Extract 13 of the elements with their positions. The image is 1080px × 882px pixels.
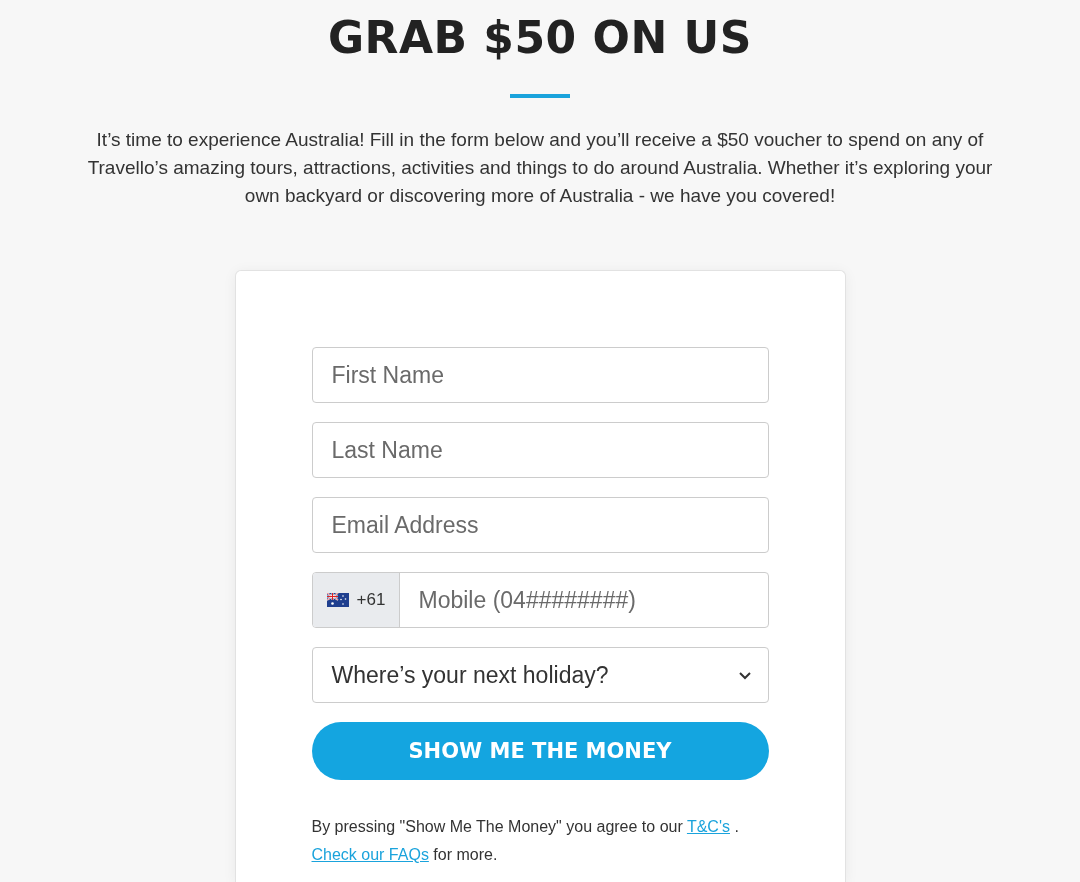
page-heading: GRAB $50 ON US (327, 12, 752, 64)
chevron-down-icon (737, 670, 752, 680)
text-field[interactable]: Last Name (311, 422, 769, 478)
holiday-dropdown[interactable]: Where’s your next holiday? (311, 647, 769, 703)
country-code-selector[interactable]: +61 (312, 573, 400, 627)
australian-flag-icon (326, 593, 349, 607)
disclaimer-text: By pressing "Show Me The Money" you agree to our T&C's . Check our FAQs for more. (311, 817, 740, 865)
country-code: +61 (356, 590, 386, 610)
phone-field[interactable]: +61 Mobile (04########) (311, 572, 769, 628)
intro-paragraph: It’s time to experience Australia! Fill in the form below and you’ll receive a $50 voucher to spend on any of Travello’s amazing tours, attractions, activities and things to do around Australia. Whether it’s exploring your own backyard or discovering more of Australia - we have you covered! (86, 128, 994, 208)
text-field[interactable]: Email Address (311, 497, 769, 553)
heading-underline (510, 94, 570, 98)
text-field[interactable]: First Name (311, 347, 769, 403)
